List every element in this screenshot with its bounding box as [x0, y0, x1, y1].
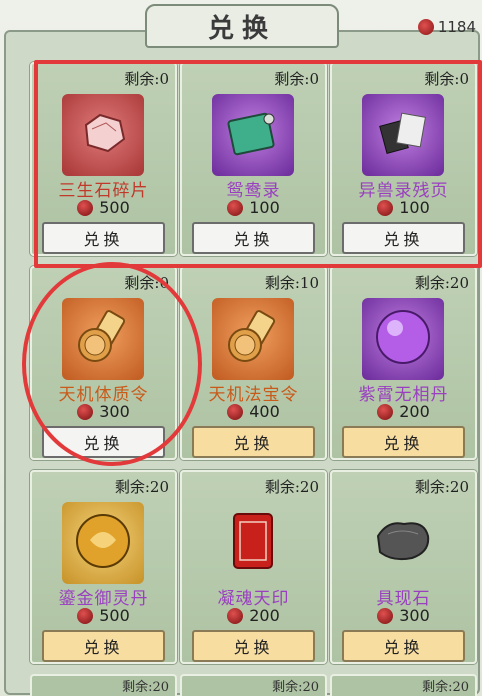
- scroll-pages-icon: [375, 105, 431, 165]
- item-card[interactable]: 剩余:0 三生石碎片 500 兑换: [30, 62, 177, 256]
- book-icon: [225, 105, 281, 165]
- stone-fragment-icon: [78, 111, 128, 159]
- rose-gem-icon: [77, 199, 94, 216]
- item-price: 300: [332, 606, 475, 625]
- remain-count: 剩余:20: [114, 478, 169, 496]
- item-card[interactable]: 剩余:20 凝魂天印 200 兑换: [180, 470, 327, 664]
- price-value: 500: [99, 198, 130, 217]
- item-card[interactable]: 剩余:20 具现石 300 兑换: [330, 470, 477, 664]
- partial-card: 剩余:20: [330, 674, 477, 696]
- item-card[interactable]: 剩余:20 紫霄无相丹 200 兑换: [330, 266, 477, 460]
- remain-count: 剩余:0: [274, 70, 319, 88]
- rose-gem-icon: [377, 607, 394, 624]
- partial-card: 剩余:20: [180, 674, 327, 696]
- rose-gem-icon: [377, 403, 394, 420]
- price-value: 100: [249, 198, 280, 217]
- price-value: 200: [249, 606, 280, 625]
- remain-count: 剩余:20: [272, 680, 319, 695]
- item-price: 200: [182, 606, 325, 625]
- rose-gem-icon: [227, 199, 244, 216]
- price-value: 500: [99, 606, 130, 625]
- item-image[interactable]: [362, 298, 444, 380]
- price-value: 100: [399, 198, 430, 217]
- item-image[interactable]: [62, 298, 144, 380]
- item-price: 100: [182, 198, 325, 217]
- partial-card: 剩余:20: [30, 674, 177, 696]
- item-card[interactable]: 剩余:0 异兽录残页 100 兑换: [330, 62, 477, 256]
- exchange-button[interactable]: 兑换: [342, 630, 465, 662]
- item-image[interactable]: [362, 502, 444, 584]
- remain-count: 剩余:20: [422, 680, 469, 695]
- remain-count: 剩余:20: [414, 478, 469, 496]
- remain-count: 剩余:20: [122, 680, 169, 695]
- exchange-button[interactable]: 兑换: [192, 630, 315, 662]
- item-price: 300: [32, 402, 175, 421]
- item-price: 400: [182, 402, 325, 421]
- currency-amount: 1184: [437, 18, 476, 36]
- grey-stone-icon: [372, 516, 434, 570]
- remain-count: 剩余:20: [264, 478, 319, 496]
- currency-display: 1184: [417, 18, 476, 36]
- token-icon: [73, 307, 133, 371]
- rose-gem-icon: [227, 607, 244, 624]
- exchange-button[interactable]: 兑换: [192, 426, 315, 458]
- exchange-button[interactable]: 兑换: [192, 222, 315, 254]
- exchange-button[interactable]: 兑换: [342, 222, 465, 254]
- red-seal-icon: [228, 510, 278, 576]
- token-icon: [223, 307, 283, 371]
- rose-gem-icon: [77, 403, 94, 420]
- remain-count: 剩余:0: [124, 70, 169, 88]
- remain-count: 剩余:0: [424, 70, 469, 88]
- exchange-button[interactable]: 兑换: [42, 222, 165, 254]
- rose-gem-icon: [227, 403, 244, 420]
- rose-gem-icon: [77, 607, 94, 624]
- item-card[interactable]: 剩余:0 鸳鸯录 100 兑换: [180, 62, 327, 256]
- item-price: 100: [332, 198, 475, 217]
- item-image[interactable]: [212, 94, 294, 176]
- exchange-button[interactable]: 兑换: [42, 630, 165, 662]
- rose-gem-icon: [377, 199, 394, 216]
- purple-orb-icon: [372, 306, 434, 372]
- price-value: 300: [99, 402, 130, 421]
- item-card[interactable]: 剩余:20 鎏金御灵丹 500 兑换: [30, 470, 177, 664]
- price-value: 400: [249, 402, 280, 421]
- item-image[interactable]: [362, 94, 444, 176]
- item-image[interactable]: [212, 502, 294, 584]
- remain-count: 剩余:0: [124, 274, 169, 292]
- exchange-button[interactable]: 兑换: [42, 426, 165, 458]
- gold-orb-icon: [72, 510, 134, 576]
- item-price: 500: [32, 606, 175, 625]
- item-price: 500: [32, 198, 175, 217]
- item-price: 200: [332, 402, 475, 421]
- price-value: 300: [399, 606, 430, 625]
- item-card[interactable]: 剩余:0 天机体质令 300 兑换: [30, 266, 177, 460]
- price-value: 200: [399, 402, 430, 421]
- remain-count: 剩余:20: [414, 274, 469, 292]
- item-image[interactable]: [62, 502, 144, 584]
- panel-title: 兑换: [145, 4, 339, 48]
- item-image[interactable]: [62, 94, 144, 176]
- exchange-button[interactable]: 兑换: [342, 426, 465, 458]
- item-card[interactable]: 剩余:10 天机法宝令 400 兑换: [180, 266, 327, 460]
- item-image[interactable]: [212, 298, 294, 380]
- remain-count: 剩余:10: [264, 274, 319, 292]
- rose-gem-icon: [417, 19, 434, 35]
